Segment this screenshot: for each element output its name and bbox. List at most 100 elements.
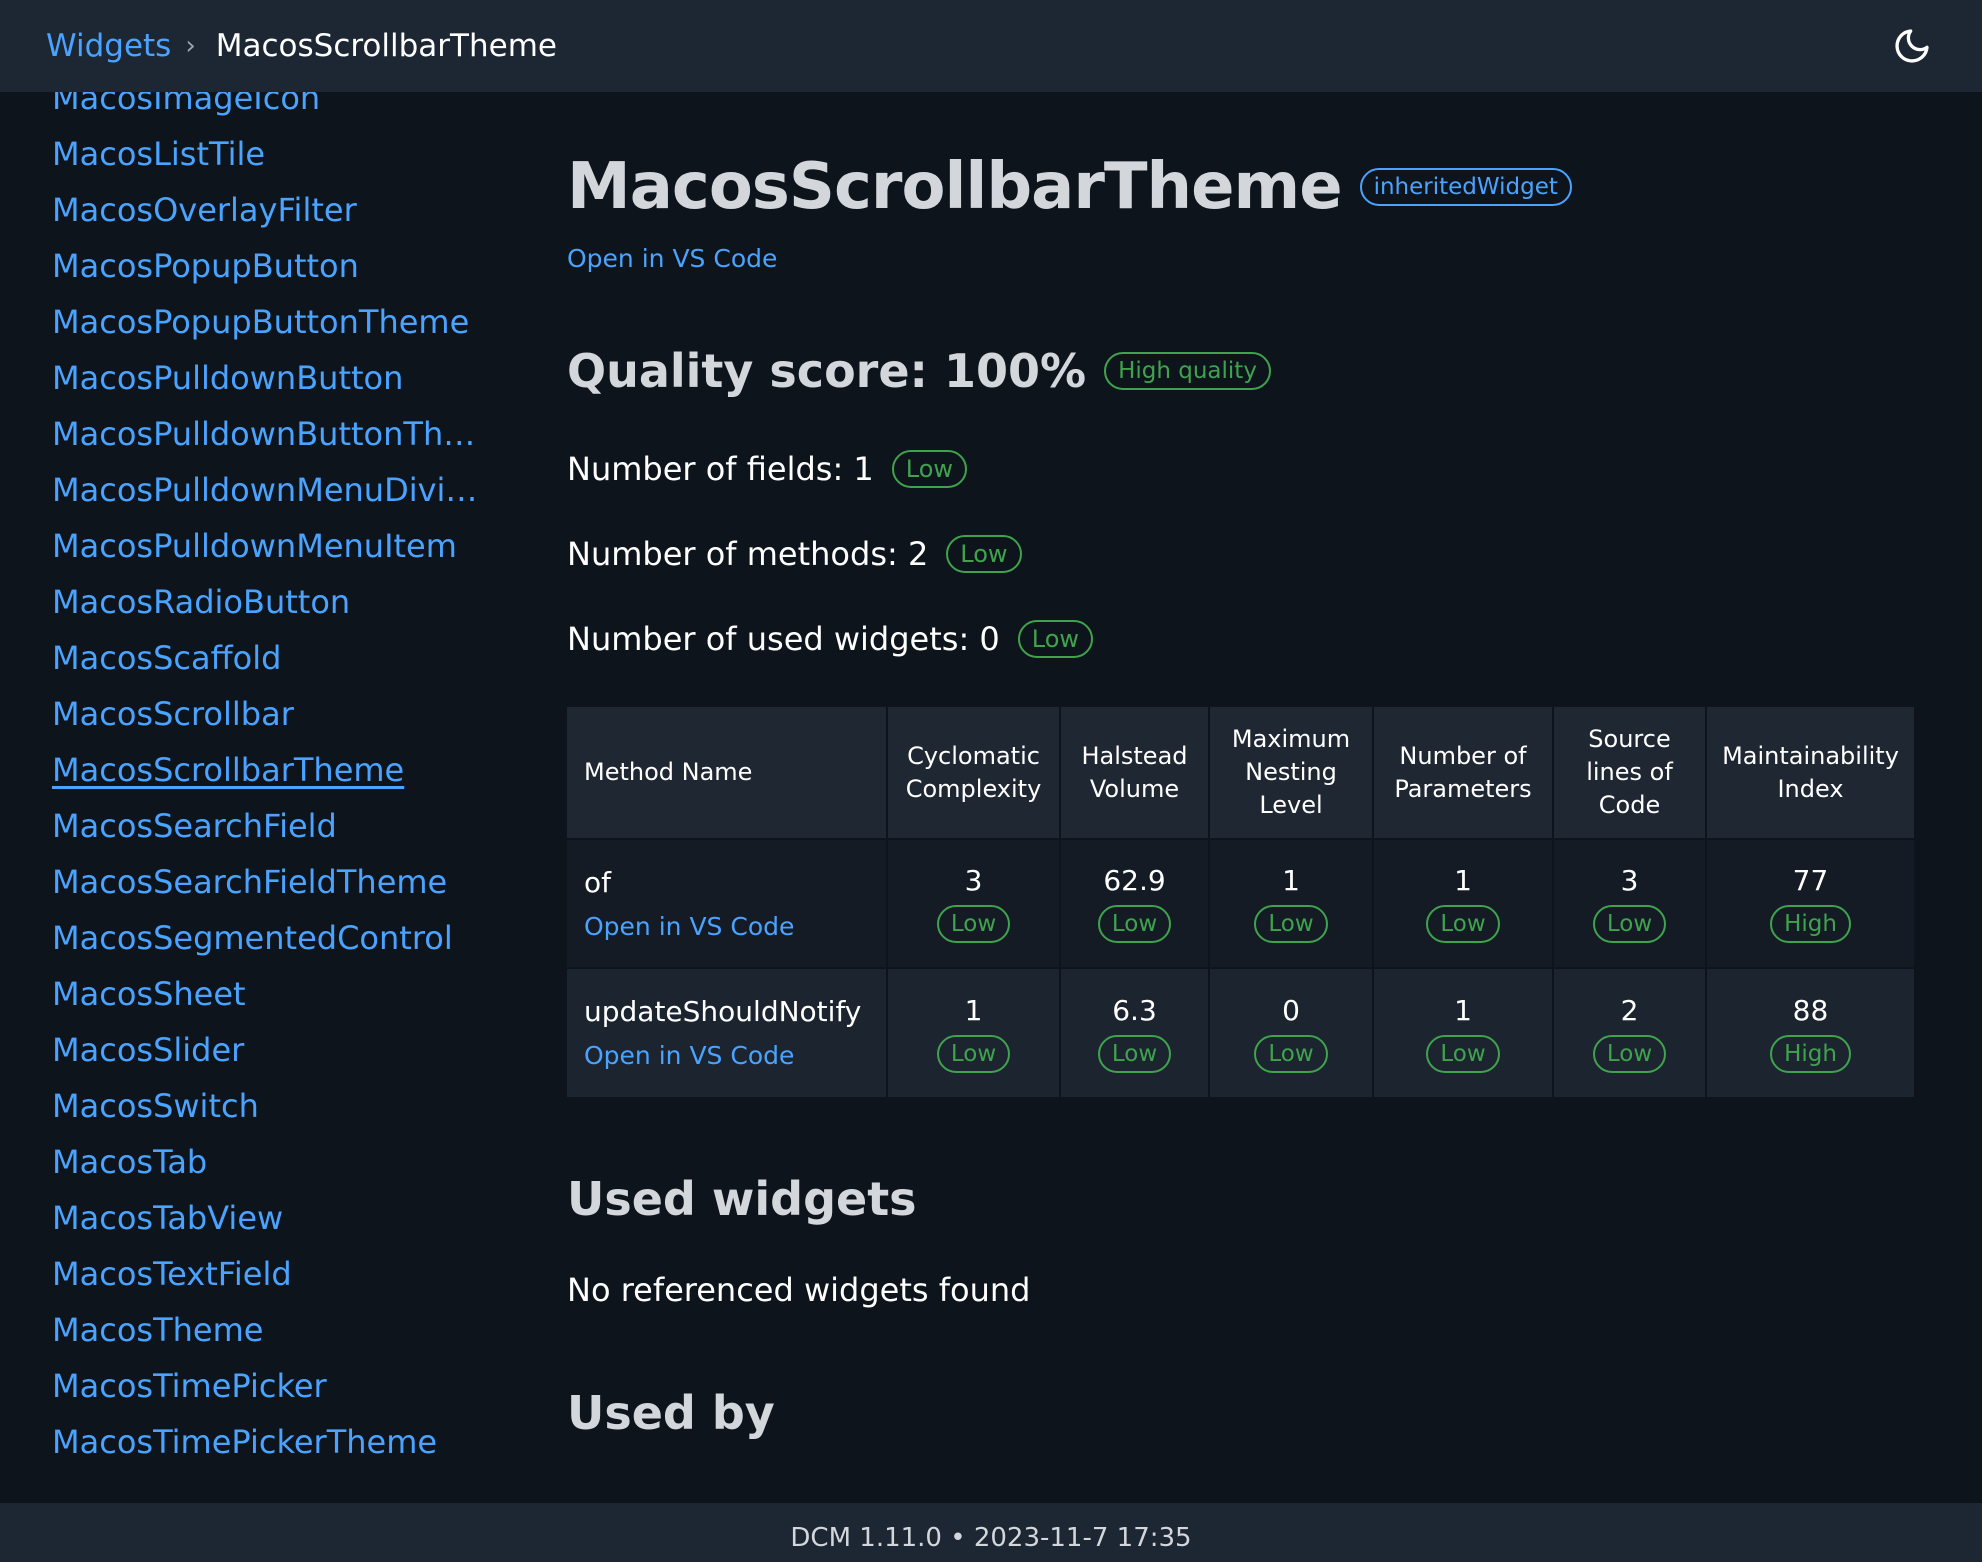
sidebar-item[interactable]: MacosTabView	[52, 1190, 482, 1246]
metric-value: 1	[1454, 993, 1472, 1027]
used-by-title: Used by	[567, 1386, 775, 1440]
metric-badge: Low	[891, 450, 968, 488]
metric-value: 3	[964, 864, 983, 897]
metric-level-badge: Low	[1254, 905, 1328, 943]
sidebar-item[interactable]: MacosPulldownMenuItem	[52, 518, 482, 574]
metric-cell: 1 Low	[1373, 967, 1554, 1097]
top-bar: Widgets › MacosScrollbarTheme	[0, 0, 1982, 92]
sidebar-item[interactable]: MacosScrollbar	[52, 686, 482, 742]
sidebar-item[interactable]: MacosScaffold	[52, 630, 482, 686]
column-header[interactable]: Method Name	[567, 707, 888, 839]
metric-cell: 3 Low	[1553, 838, 1707, 968]
method-name: updateShouldNotify	[584, 995, 862, 1028]
metric-cell: 1 Low	[1209, 838, 1374, 968]
metric-level-badge: Low	[1592, 905, 1667, 943]
column-header[interactable]: Maximum Nesting Level	[1209, 707, 1374, 839]
sidebar-item[interactable]: MacosPopupButtonTheme	[52, 294, 482, 350]
method-name: of	[584, 865, 611, 899]
sidebar-item[interactable]: MacosTheme	[52, 1302, 482, 1358]
metric-value: 6.3	[1112, 993, 1157, 1027]
metric-cell: 6.3 Low	[1060, 967, 1210, 1097]
metric-level-badge: Low	[1097, 905, 1172, 943]
column-header[interactable]: Source lines of Code	[1553, 707, 1707, 839]
column-header[interactable]: Maintainability Index	[1706, 707, 1914, 839]
metric-level-badge: High	[1770, 905, 1851, 943]
metric-cell: 0 Low	[1209, 967, 1374, 1097]
table-row: of Open in VS Code 3 Low 62.9 Low 1 Low 1 Low 3 Low…	[567, 838, 1914, 968]
widget-type-badge: inheritedWidget	[1359, 168, 1572, 206]
metric-methods: Number of methods: 2 Low	[567, 535, 1022, 573]
metric-value: 2	[1620, 993, 1639, 1027]
method-open-in-vscode-link[interactable]: Open in VS Code	[584, 1041, 794, 1070]
theme-toggle-button[interactable]	[1888, 22, 1936, 70]
breadcrumb-widgets-link[interactable]: Widgets	[46, 28, 171, 64]
metric-value: 62.9	[1103, 864, 1166, 897]
sidebar-item[interactable]: MacosPulldownButton	[52, 350, 482, 406]
metric-cell: 3 Low	[887, 838, 1061, 968]
column-header[interactable]: Halstead Volume	[1060, 707, 1210, 839]
sidebar-item[interactable]: MacosOverlayFilter	[52, 182, 482, 238]
sidebar-item[interactable]: MacosSegmentedControl	[52, 910, 482, 966]
sidebar: MacosImageIcon MacosListTile MacosOverlayF…	[0, 92, 500, 1462]
quality-badge: High quality	[1104, 352, 1271, 390]
metric-cell: 62.9 Low	[1060, 838, 1210, 968]
metric-used-widgets: Number of used widgets: 0 Low	[567, 620, 1094, 658]
sidebar-item[interactable]: MacosSearchFieldTheme	[52, 854, 482, 910]
sidebar-item[interactable]: MacosImageIcon	[52, 92, 482, 126]
metric-cell: 1 Low	[887, 967, 1061, 1097]
column-header[interactable]: Number of Parameters	[1373, 707, 1554, 839]
metric-level-badge: Low	[1592, 1034, 1667, 1073]
metric-badge: Low	[946, 535, 1022, 573]
sidebar-item[interactable]: MacosSheet	[52, 966, 482, 1022]
quality-score-row: Quality score: 100% High quality	[567, 344, 1271, 398]
quality-score-title: Quality score: 100%	[567, 344, 1087, 398]
metric-cell: 77 High	[1706, 838, 1914, 968]
method-open-in-vscode-link[interactable]: Open in VS Code	[584, 912, 794, 941]
metric-value: 1	[1454, 864, 1472, 897]
metric-value: 1	[1282, 864, 1300, 897]
sidebar-item[interactable]: MacosRadioButton	[52, 574, 482, 630]
breadcrumb-current: MacosScrollbarTheme	[215, 28, 557, 64]
metric-level-badge: Low	[936, 1034, 1011, 1073]
metric-badge: Low	[1017, 620, 1094, 658]
sidebar-item[interactable]: MacosScrollbarTheme	[52, 742, 482, 798]
method-name-cell: of Open in VS Code	[567, 838, 888, 968]
metric-value: 1	[964, 993, 983, 1027]
metric-label: Number of fields: 1	[567, 450, 874, 488]
sidebar-item[interactable]: MacosTextField	[52, 1246, 482, 1302]
sidebar-item[interactable]: MacosListTile	[52, 126, 482, 182]
sidebar-item[interactable]: MacosSwitch	[52, 1078, 482, 1134]
sidebar-item[interactable]: MacosTimePickerTheme	[52, 1414, 482, 1462]
sidebar-item[interactable]: MacosSlider	[52, 1022, 482, 1078]
metric-fields: Number of fields: 1 Low	[567, 450, 968, 488]
main-content: MacosScrollbarTheme inheritedWidget Open…	[567, 92, 1917, 1462]
sidebar-item[interactable]: MacosPopupButton	[52, 238, 482, 294]
metric-value: 88	[1792, 993, 1829, 1027]
metric-level-badge: Low	[1426, 905, 1500, 943]
metric-level-badge: Low	[1097, 1034, 1172, 1073]
sidebar-item[interactable]: MacosTimePicker	[52, 1358, 482, 1414]
sidebar-item[interactable]: MacosSearchField	[52, 798, 482, 854]
sidebar-item[interactable]: MacosPulldownMenuDivider	[52, 462, 482, 518]
metric-value: 3	[1620, 864, 1639, 897]
table-header-row: Method Name Cyclomatic Complexity Halste…	[567, 707, 1914, 839]
table-row: updateShouldNotify Open in VS Code 1 Low 6.3…	[567, 967, 1914, 1097]
metric-label: Number of methods: 2	[567, 535, 929, 573]
sidebar-item[interactable]: MacosTab	[52, 1134, 482, 1190]
chevron-right-icon: ›	[185, 31, 196, 61]
footer: DCM 1.11.0 • 2023-11-7 17:35	[0, 1503, 1982, 1562]
column-header[interactable]: Cyclomatic Complexity	[887, 707, 1061, 839]
metric-label: Number of used widgets: 0	[567, 620, 1000, 658]
metric-level-badge: High	[1770, 1034, 1851, 1073]
open-in-vscode-link[interactable]: Open in VS Code	[567, 244, 777, 273]
metric-value: 77	[1792, 864, 1829, 897]
metric-level-badge: Low	[1254, 1034, 1328, 1073]
used-widgets-title: Used widgets	[567, 1172, 917, 1226]
metric-cell: 88 High	[1706, 967, 1914, 1097]
title-row: MacosScrollbarTheme inheritedWidget	[567, 150, 1572, 224]
sidebar-item[interactable]: MacosPulldownButtonThe...	[52, 406, 482, 462]
metric-cell: 1 Low	[1373, 838, 1554, 968]
metric-level-badge: Low	[1426, 1034, 1500, 1073]
sidebar-list: MacosImageIcon MacosListTile MacosOverlayF…	[52, 92, 482, 1462]
methods-table: Method Name Cyclomatic Complexity Halste…	[567, 707, 1914, 1097]
